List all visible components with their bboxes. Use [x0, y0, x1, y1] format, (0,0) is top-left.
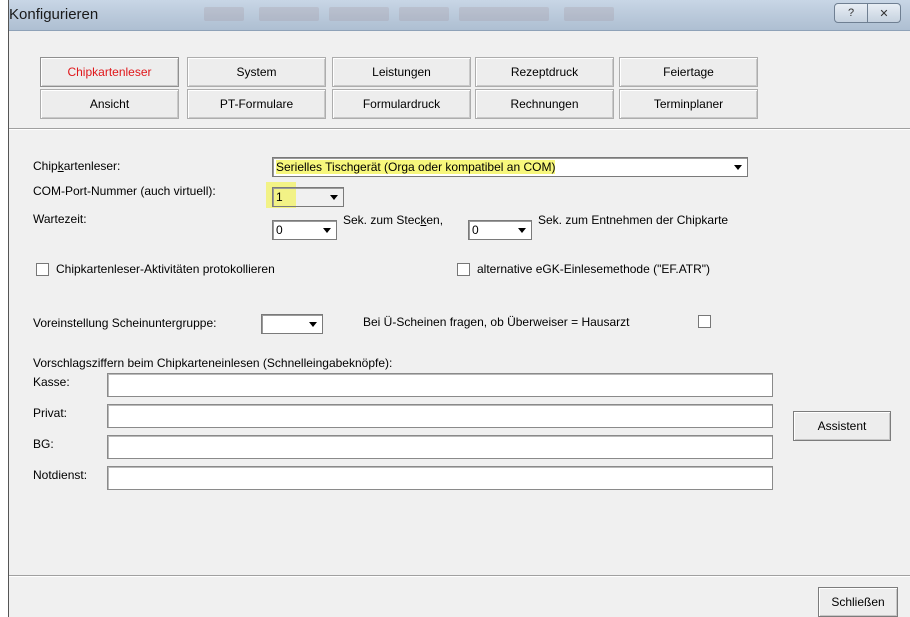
title-controls: ? ✕ — [834, 3, 901, 23]
kasse-label: Kasse: — [33, 375, 70, 389]
taskbar-ghost — [399, 7, 449, 21]
reader-select-value: Serielles Tischgerät (Orga oder kompatib… — [276, 160, 556, 174]
reader-select[interactable]: Serielles Tischgerät (Orga oder kompatib… — [272, 157, 748, 177]
egk-checkbox[interactable] — [457, 263, 470, 276]
chevron-down-icon — [514, 222, 530, 238]
reader-label: Chipkartenleser: — [33, 159, 121, 173]
tab-system[interactable]: System — [187, 57, 326, 87]
config-window: Konfigurieren ? ✕ Chipkartenleser System… — [8, 0, 910, 617]
subgroup-select[interactable] — [261, 314, 323, 334]
close-button[interactable]: Schließen — [818, 587, 898, 617]
referral-checkbox[interactable] — [698, 315, 711, 328]
notdienst-label: Notdienst: — [33, 468, 88, 482]
tab-chipkartenleser[interactable]: Chipkartenleser — [40, 57, 179, 87]
wait-remove-text: Sek. zum Entnehmen der Chipkarte — [538, 213, 729, 227]
tab-feiertage[interactable]: Feiertage — [619, 57, 758, 87]
tab-rechnungen[interactable]: Rechnungen — [475, 89, 614, 119]
wait-insert-text: Sek. zum Stecken, — [343, 213, 444, 227]
divider — [9, 575, 910, 577]
com-port-select[interactable]: 1 — [272, 187, 344, 207]
taskbar-ghost — [459, 7, 549, 21]
com-port-value: 1 — [276, 190, 283, 204]
taskbar-ghost — [564, 7, 614, 21]
tab-pt-formulare[interactable]: PT-Formulare — [187, 89, 326, 119]
notdienst-input[interactable] — [107, 466, 773, 490]
help-icon: ? — [847, 7, 855, 19]
divider — [9, 128, 910, 130]
wait-insert-value: 0 — [276, 223, 283, 237]
bg-input[interactable] — [107, 435, 773, 459]
wait-remove-select[interactable]: 0 — [468, 220, 532, 240]
chevron-down-icon — [305, 316, 321, 332]
bg-label: BG: — [33, 437, 54, 451]
privat-label: Privat: — [33, 406, 68, 420]
referral-label: Bei Ü-Scheinen fragen, ob Überweiser = H… — [363, 315, 630, 329]
kasse-input[interactable] — [107, 373, 773, 397]
window-title: Konfigurieren — [9, 6, 99, 23]
chevron-down-icon — [319, 222, 335, 238]
wait-label: Wartezeit: — [33, 212, 87, 226]
close-window-button[interactable]: ✕ — [868, 3, 901, 23]
egk-label: alternative eGK-Einlesemethode ("EF.ATR"… — [477, 262, 711, 276]
close-icon: ✕ — [879, 7, 889, 20]
log-label: Chipkartenleser-Aktivitäten protokollier… — [56, 262, 275, 276]
wait-remove-value: 0 — [472, 223, 479, 237]
chevron-down-icon — [326, 189, 342, 205]
com-port-label: COM-Port-Nummer (auch virtuell): — [33, 184, 216, 198]
tab-formulardruck[interactable]: Formulardruck — [332, 89, 471, 119]
taskbar-ghost — [204, 7, 244, 21]
help-button[interactable]: ? — [834, 3, 868, 23]
chevron-down-icon — [730, 159, 746, 175]
tab-terminplaner[interactable]: Terminplaner — [619, 89, 758, 119]
taskbar-ghost — [329, 7, 389, 21]
wait-insert-select[interactable]: 0 — [272, 220, 337, 240]
tab-ansicht[interactable]: Ansicht — [40, 89, 179, 119]
suggest-heading: Vorschlagsziffern beim Chipkarteneinlese… — [33, 356, 393, 370]
log-checkbox[interactable] — [36, 263, 49, 276]
tab-leistungen[interactable]: Leistungen — [332, 57, 471, 87]
tab-rezeptdruck[interactable]: Rezeptdruck — [475, 57, 614, 87]
privat-input[interactable] — [107, 404, 773, 428]
title-bar: Konfigurieren ? ✕ — [9, 0, 910, 31]
assistant-button[interactable]: Assistent — [793, 411, 891, 441]
subgroup-label: Voreinstellung Scheinuntergruppe: — [33, 316, 217, 330]
taskbar-ghost — [259, 7, 319, 21]
